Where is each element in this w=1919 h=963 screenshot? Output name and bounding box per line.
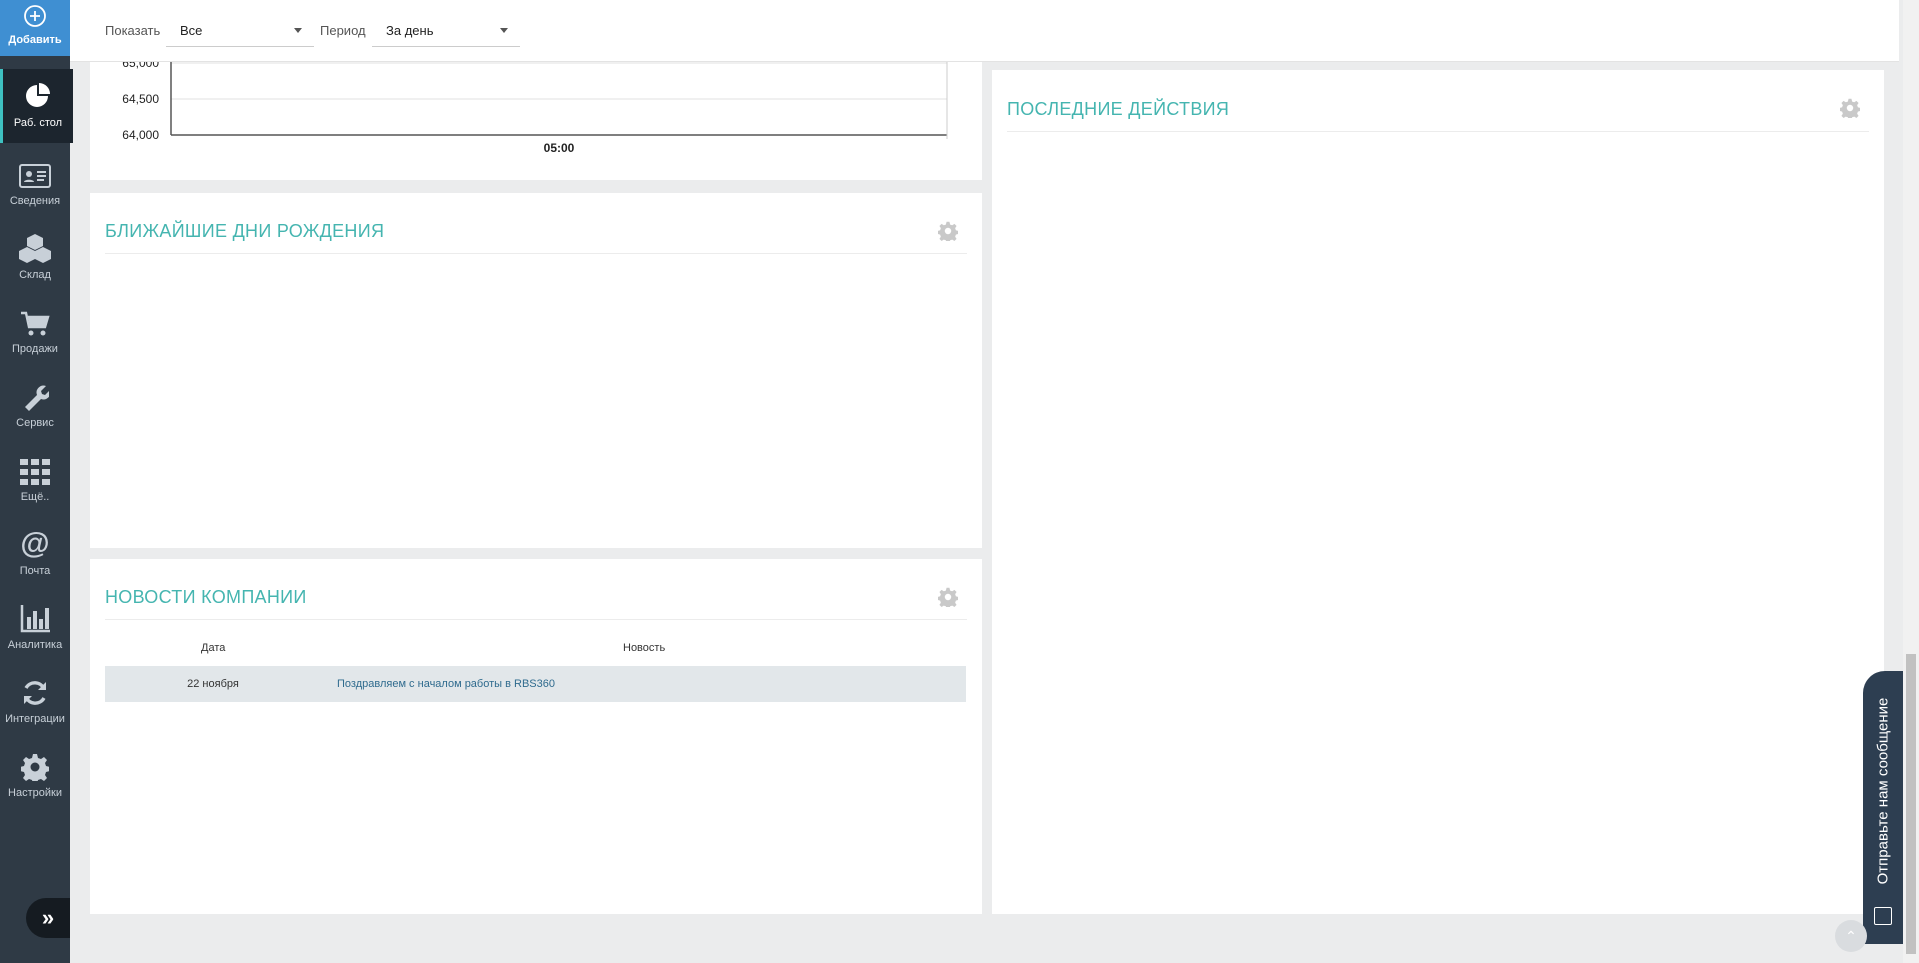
news-link[interactable]: Поздравляем с началом работы в RBS360 [337,678,555,690]
news-panel: НОВОСТИ КОМПАНИИ Дата Новость 22 ноября … [90,559,982,914]
panel-divider [105,253,967,254]
period-select-value: За день [386,23,434,38]
recent-actions-title: ПОСЛЕДНИЕ ДЕЙСТВИЯ [1007,99,1230,119]
sidebar-item-mail[interactable]: @ Почта [0,517,70,591]
cart-icon [0,303,70,337]
plus-circle-icon [0,4,70,32]
sidebar-item-integrations[interactable]: Интеграции [0,665,70,739]
recent-actions-panel: ПОСЛЕДНИЕ ДЕЙСТВИЯ [992,70,1884,914]
double-chevron-right-icon: » [41,905,55,930]
scrollbar[interactable] [1903,0,1919,963]
feedback-tab[interactable]: Отправьте нам сообщение [1863,671,1903,944]
sidebar-collapse-button[interactable]: » [26,898,70,938]
feedback-label: Отправьте нам сообщение [1874,697,1892,885]
sidebar-item-label: Ещё.. [20,491,50,503]
table-row[interactable]: 22 ноября Поздравляем с началом работы в… [105,666,966,702]
pie-chart-icon [3,77,73,111]
sidebar-item-label: Склад [19,269,51,281]
birthdays-panel: БЛИЖАЙШИЕ ДНИ РОЖДЕНИЯ [90,193,982,548]
sidebar-item-label: Сервис [16,417,54,429]
caret-down-icon [500,28,508,33]
show-select-value: Все [180,23,203,38]
sidebar-item-service[interactable]: Сервис [0,369,70,443]
period-select[interactable]: За день [372,14,520,47]
wrench-icon [0,377,70,411]
sidebar-item-label: Продажи [12,343,58,355]
id-card-icon [0,155,70,189]
sidebar-item-warehouse[interactable]: Склад [0,221,70,295]
column-header-news: Новость [623,642,666,654]
sidebar-item-desktop[interactable]: Раб. стол [0,69,73,143]
sync-icon [0,673,70,707]
add-button-label: Добавить [8,34,62,46]
y-tick-label: 64,500 [122,92,159,106]
x-tick-label: 05:00 [544,141,575,155]
news-date: 22 ноября [187,678,239,690]
at-icon: @ [20,527,50,560]
grid-icon [0,451,70,485]
line-chart: 65,000 64,500 64,000 05:00 [122,62,948,155]
panel-divider [1007,131,1869,132]
bar-chart-icon [0,599,70,633]
y-tick-label: 64,000 [122,128,159,142]
sidebar-item-label: Сведения [9,195,61,207]
sidebar-item-more[interactable]: Ещё.. [0,443,70,517]
panel-divider [105,619,967,620]
sidebar-item-analytics[interactable]: Аналитика [0,591,70,665]
chevron-up-icon: ⌃ [1845,927,1857,944]
chart-panel: 65,000 64,500 64,000 05:00 [90,62,982,180]
gear-icon[interactable] [937,221,959,244]
birthdays-title: БЛИЖАЙШИЕ ДНИ РОЖДЕНИЯ [105,221,385,241]
top-filter-bar: Показать Все Период За день [70,0,1899,62]
add-button[interactable]: Добавить [0,0,70,56]
sidebar: Добавить Раб. стол Сведения Склад Продаж… [0,0,73,963]
column-header-date: Дата [201,642,226,654]
sidebar-item-label: Почта [19,565,51,577]
y-tick-label: 65,000 [122,62,159,70]
sidebar-item-label: Аналитика [7,639,63,651]
show-label: Показать [105,23,161,38]
scrollbar-thumb[interactable] [1906,654,1916,954]
period-label: Период [320,23,366,38]
sidebar-item-info[interactable]: Сведения [0,147,70,221]
caret-down-icon [294,28,302,33]
show-select[interactable]: Все [166,14,314,47]
sidebar-item-sales[interactable]: Продажи [0,295,70,369]
sidebar-item-label: Настройки [8,787,62,799]
news-title: НОВОСТИ КОМПАНИИ [105,587,307,607]
sidebar-item-label: Раб. стол [13,117,63,129]
gear-icon [0,747,70,781]
chevron-right-icon [1874,907,1892,925]
sidebar-item-label: Интеграции [5,713,65,725]
gear-icon[interactable] [937,587,959,610]
scroll-top-button[interactable]: ⌃ [1835,920,1867,952]
boxes-icon [0,229,70,263]
sidebar-item-settings[interactable]: Настройки [0,739,70,813]
gear-icon[interactable] [1839,98,1861,121]
